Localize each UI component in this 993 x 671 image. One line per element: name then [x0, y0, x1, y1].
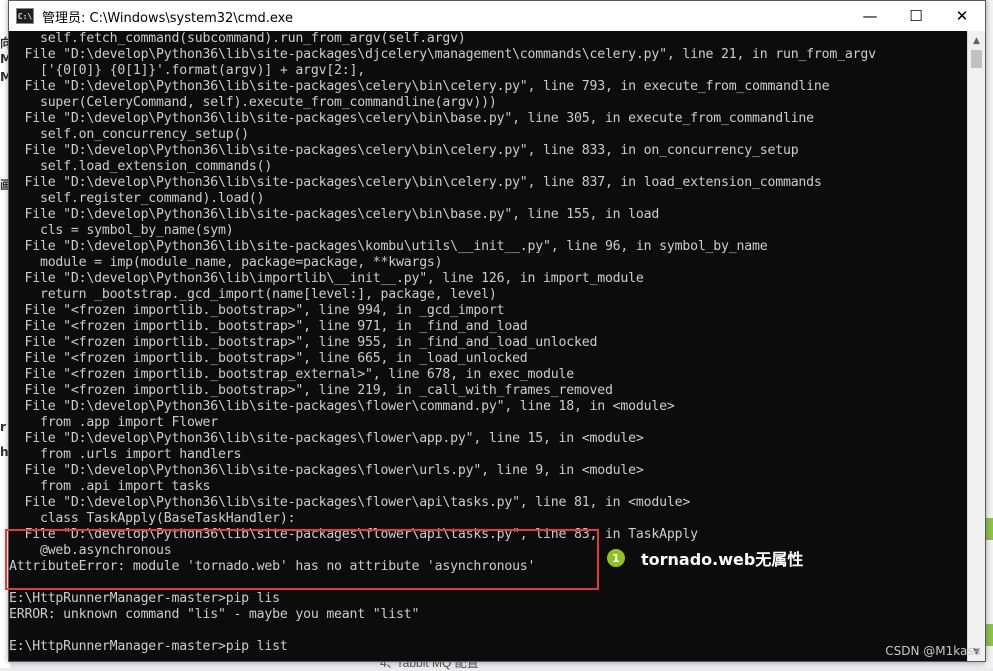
console-line: File "D:\develop\Python36\lib\site-packa…: [9, 239, 768, 254]
console-line: from .urls import handlers: [9, 447, 242, 462]
bg-mark: 向: [0, 36, 13, 50]
bg-mark: M: [0, 52, 12, 66]
console-line: File "<frozen importlib._bootstrap>", li…: [9, 319, 528, 334]
annotation-text: tornado.web无属性: [641, 550, 804, 569]
window-controls: — ☐ ✕: [847, 1, 985, 31]
console-line: File "<frozen importlib._bootstrap>", li…: [9, 335, 598, 350]
console-line: self.fetch_command(subcommand).run_from_…: [9, 31, 466, 46]
console-line: ['{0[0]} {0[1]}'.format(argv)] + argv[2:…: [9, 63, 366, 78]
console-line: File "D:\develop\Python36\lib\site-packa…: [9, 495, 691, 510]
window-title: 管理员: C:\Windows\system32\cmd.exe: [42, 10, 293, 26]
cmd-icon: C:\: [16, 8, 34, 24]
scroll-up-icon[interactable]: ▲: [968, 32, 985, 49]
bg-mark: 画: [0, 178, 13, 192]
scrollbar-thumb[interactable]: [971, 50, 982, 68]
console-line: File "<frozen importlib._bootstrap>", li…: [9, 303, 505, 318]
console-line: self.on_concurrency_setup(): [9, 127, 249, 142]
console-line: File "D:\develop\Python36\lib\site-packa…: [9, 79, 830, 94]
console-line: File "D:\develop\Python36\lib\site-packa…: [9, 143, 799, 158]
console-line: module = imp(module_name, package=packag…: [9, 255, 443, 270]
console-line: File "D:\develop\Python36\lib\importlib\…: [9, 271, 644, 286]
bg-mark: h: [0, 445, 9, 459]
title-bar[interactable]: C:\ 管理员: C:\Windows\system32\cmd.exe — ☐…: [9, 1, 985, 31]
console-line: File "D:\develop\Python36\lib\site-packa…: [9, 207, 660, 222]
vertical-scrollbar[interactable]: ▲ ▼: [967, 31, 985, 661]
console-line: E:\HttpRunnerManager-master>pip lis: [9, 591, 280, 606]
console-line: return _bootstrap._gcd_import(name[level…: [9, 287, 497, 302]
background-page-right: [985, 0, 993, 668]
bg-side-tab: [985, 624, 993, 646]
console-line: File "D:\develop\Python36\lib\site-packa…: [9, 431, 644, 446]
console-line: File "D:\develop\Python36\lib\site-packa…: [9, 47, 876, 62]
console-line: File "<frozen importlib._bootstrap_exter…: [9, 367, 574, 382]
bg-mark: M: [0, 70, 12, 84]
error-highlight-box: [5, 529, 599, 590]
maximize-button[interactable]: ☐: [893, 1, 939, 31]
console-line: from .api import tasks: [9, 479, 211, 494]
console-line: self.load_extension_commands(): [9, 159, 273, 174]
console-line: cls = symbol_by_name(sym): [9, 223, 234, 238]
console-line: File "<frozen importlib._bootstrap>", li…: [9, 383, 613, 398]
close-button[interactable]: ✕: [939, 1, 985, 31]
console-line: self.register_command).load(): [9, 191, 265, 206]
console-line: ERROR: unknown command "lis" - maybe you…: [9, 607, 420, 622]
console-line: File "D:\develop\Python36\lib\site-packa…: [9, 463, 644, 478]
console-line: File "D:\develop\Python36\lib\site-packa…: [9, 111, 814, 126]
console-line: E:\HttpRunnerManager-master>pip list: [9, 639, 288, 654]
console-line: super(CeleryCommand, self).execute_from_…: [9, 95, 497, 110]
console-line: class TaskApply(BaseTaskHandler):: [9, 511, 296, 526]
console-line: from .app import Flower: [9, 415, 218, 430]
minimize-button[interactable]: —: [847, 1, 893, 31]
console-line: File "D:\develop\Python36\lib\site-packa…: [9, 399, 675, 414]
watermark: CSDN @M1kasa: [885, 644, 981, 658]
console-line: File "<frozen importlib._bootstrap>", li…: [9, 351, 528, 366]
annotation-callout: 1 tornado.web无属性: [607, 546, 803, 570]
console-line: File "D:\develop\Python36\lib\site-packa…: [9, 175, 822, 190]
bg-side-tab: [985, 518, 993, 540]
bg-mark: r: [0, 420, 6, 434]
annotation-number-badge: 1: [607, 549, 625, 567]
